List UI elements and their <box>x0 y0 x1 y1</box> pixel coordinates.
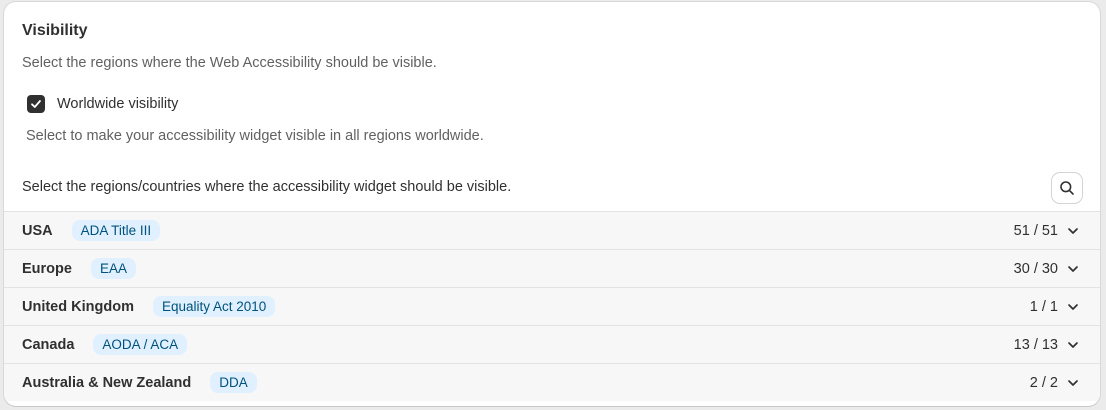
chevron-down-icon[interactable] <box>1066 262 1080 276</box>
region-row-usa[interactable]: USA ADA Title III 51 / 51 <box>4 211 1100 249</box>
chevron-down-icon[interactable] <box>1066 300 1080 314</box>
region-name: Europe <box>22 260 72 277</box>
search-icon <box>1060 181 1074 195</box>
region-row-canada[interactable]: Canada AODA / ACA 13 / 13 <box>4 325 1100 363</box>
region-row-united-kingdom[interactable]: United Kingdom Equality Act 2010 1 / 1 <box>4 287 1100 325</box>
region-row-australia-new-zealand[interactable]: Australia & New Zealand DDA 2 / 2 <box>4 363 1100 401</box>
worldwide-visibility-label[interactable]: Worldwide visibility <box>57 96 178 112</box>
regulation-badge: Equality Act 2010 <box>152 296 276 317</box>
worldwide-visibility-checkbox-row[interactable]: Worldwide visibility <box>27 95 178 113</box>
region-row-europe[interactable]: Europe EAA 30 / 30 <box>4 249 1100 287</box>
section-subtitle: Select the regions where the Web Accessi… <box>22 55 437 71</box>
visibility-card: Visibility Select the regions where the … <box>4 2 1100 406</box>
region-count: 2 / 2 <box>1029 374 1058 391</box>
regulation-badge: ADA Title III <box>71 220 161 241</box>
region-count: 51 / 51 <box>1013 222 1058 239</box>
regions-header-text: Select the regions/countries where the a… <box>22 179 512 195</box>
worldwide-visibility-checkbox[interactable] <box>27 95 45 113</box>
region-list: USA ADA Title III 51 / 51 Europe EAA 30 … <box>4 211 1100 401</box>
checkmark-icon <box>31 100 41 108</box>
region-name: USA <box>22 222 53 239</box>
region-name: United Kingdom <box>22 298 134 315</box>
worldwide-help-text: Select to make your accessibility widget… <box>26 128 484 144</box>
search-button[interactable] <box>1052 173 1082 203</box>
chevron-down-icon[interactable] <box>1066 338 1080 352</box>
region-count: 1 / 1 <box>1029 298 1058 315</box>
regulation-badge: EAA <box>90 258 136 279</box>
region-name: Canada <box>22 336 75 353</box>
region-name: Australia & New Zealand <box>22 374 192 391</box>
chevron-down-icon[interactable] <box>1066 224 1080 238</box>
regulation-badge: AODA / ACA <box>93 334 188 355</box>
regulation-badge: DDA <box>210 372 257 393</box>
region-count: 13 / 13 <box>1013 336 1058 353</box>
chevron-down-icon[interactable] <box>1066 376 1080 390</box>
region-count: 30 / 30 <box>1013 260 1058 277</box>
section-title: Visibility <box>22 22 88 39</box>
